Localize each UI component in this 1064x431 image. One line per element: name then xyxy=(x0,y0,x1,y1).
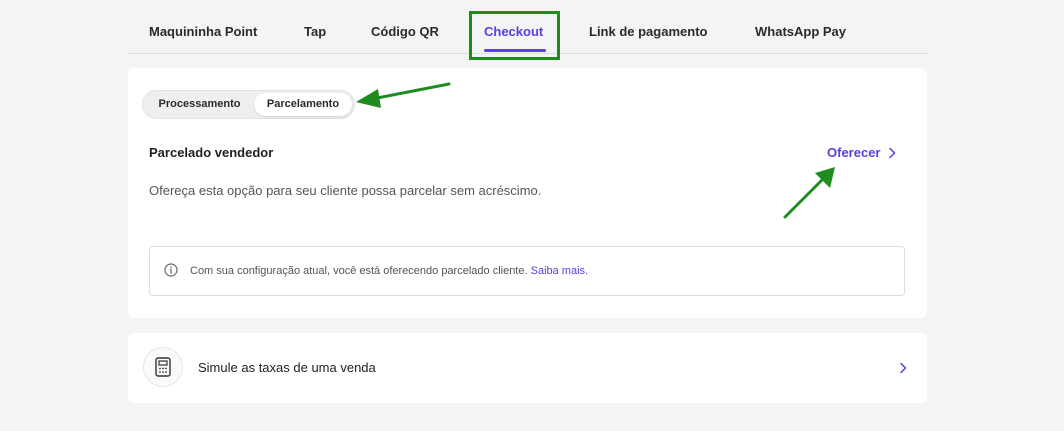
info-message: Com sua configuração atual, você está of… xyxy=(190,265,528,277)
info-text: Com sua configuração atual, você está of… xyxy=(190,265,588,277)
tab-bar: Maquininha Point Tap Código QR Checkout … xyxy=(128,0,927,54)
tab-whatsapp-pay[interactable]: WhatsApp Pay xyxy=(755,0,846,54)
simulate-fees-label: Simule as taxas de uma venda xyxy=(198,360,376,375)
page: Maquininha Point Tap Código QR Checkout … xyxy=(0,0,1064,431)
tab-link-de-pagamento[interactable]: Link de pagamento xyxy=(589,0,707,54)
simulate-fees-card[interactable]: Simule as taxas de uma venda xyxy=(128,333,927,403)
tab-checkout[interactable]: Checkout xyxy=(484,0,543,54)
offer-link[interactable]: Oferecer xyxy=(827,145,896,160)
learn-more-link[interactable]: Saiba mais. xyxy=(531,265,588,277)
section-title: Parcelado vendedor xyxy=(149,145,274,160)
chevron-right-icon xyxy=(900,362,907,374)
info-icon xyxy=(164,263,178,277)
chevron-right-icon xyxy=(889,147,896,158)
tab-tap[interactable]: Tap xyxy=(304,0,326,54)
calculator-icon-wrapper xyxy=(143,347,183,387)
offer-link-label: Oferecer xyxy=(827,145,881,160)
tab-maquininha-point[interactable]: Maquininha Point xyxy=(149,0,257,54)
info-box: Com sua configuração atual, você está of… xyxy=(149,246,905,296)
segment-parcelamento[interactable]: Parcelamento xyxy=(254,93,352,116)
calculator-icon xyxy=(155,357,171,377)
segmented-control: Processamento Parcelamento xyxy=(142,90,355,119)
tab-codigo-qr[interactable]: Código QR xyxy=(371,0,439,54)
segment-processamento[interactable]: Processamento xyxy=(147,93,252,116)
active-tab-indicator xyxy=(484,49,546,52)
section-description: Ofereça esta opção para seu cliente poss… xyxy=(149,183,542,198)
installments-card: Processamento Parcelamento Parcelado ven… xyxy=(128,68,927,318)
